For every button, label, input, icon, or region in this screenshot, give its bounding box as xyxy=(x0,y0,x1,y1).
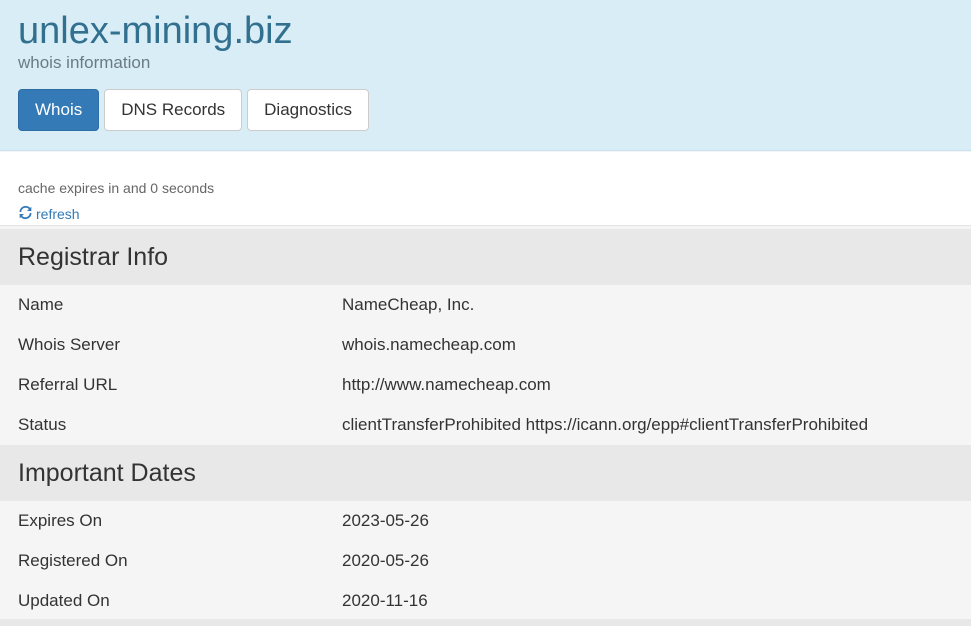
table-row: Whois Server whois.namecheap.com xyxy=(0,325,971,365)
row-label: Name xyxy=(18,295,64,314)
row-label: Updated On xyxy=(18,591,110,610)
row-value: 2020-11-16 xyxy=(342,591,428,610)
row-value: 2023-05-26 xyxy=(342,511,429,530)
domain-title: unlex-mining.biz xyxy=(18,10,293,52)
row-label: Expires On xyxy=(18,511,103,530)
table-row: Status clientTransferProhibited https://… xyxy=(0,405,971,445)
row-value: http://www.namecheap.com xyxy=(342,375,551,394)
tab-bar: Whois DNS Records Diagnostics xyxy=(18,89,370,131)
tab-dns-records[interactable]: DNS Records xyxy=(104,89,243,131)
tab-whois[interactable]: Whois xyxy=(18,89,100,131)
table-row: Registered On 2020-05-26 xyxy=(0,541,971,581)
row-value: whois.namecheap.com xyxy=(342,335,516,354)
important-dates-section: Important Dates Expires On 2023-05-26 Re… xyxy=(0,445,971,621)
row-value: NameCheap, Inc. xyxy=(342,295,475,314)
refresh-icon xyxy=(18,205,33,224)
row-label: Referral URL xyxy=(18,375,118,394)
row-label: Whois Server xyxy=(18,335,121,354)
table-row: Updated On 2020-11-16 xyxy=(0,581,971,621)
row-value: 2020-05-26 xyxy=(342,551,429,570)
section-title-registrar: Registrar Info xyxy=(0,229,971,285)
refresh-label: refresh xyxy=(36,206,80,222)
page-header: unlex-mining.biz whois information Whois… xyxy=(0,0,971,151)
row-value: clientTransferProhibited https://icann.o… xyxy=(342,415,869,434)
table-row: Expires On 2023-05-26 xyxy=(0,501,971,541)
tab-diagnostics[interactable]: Diagnostics xyxy=(247,89,370,131)
cache-expiry-text: cache expires in and 0 seconds xyxy=(18,180,215,196)
next-section-edge xyxy=(0,619,971,626)
section-title-dates: Important Dates xyxy=(0,445,971,501)
cache-info: cache expires in and 0 seconds refresh xyxy=(0,152,971,226)
page-subtitle: whois information xyxy=(18,53,151,72)
table-row: Name NameCheap, Inc. xyxy=(0,285,971,325)
table-row: Referral URL http://www.namecheap.com xyxy=(0,365,971,405)
row-label: Status xyxy=(18,415,67,434)
refresh-link[interactable]: refresh xyxy=(18,205,80,224)
row-label: Registered On xyxy=(18,551,128,570)
registrar-info-section: Registrar Info Name NameCheap, Inc. Whoi… xyxy=(0,229,971,445)
